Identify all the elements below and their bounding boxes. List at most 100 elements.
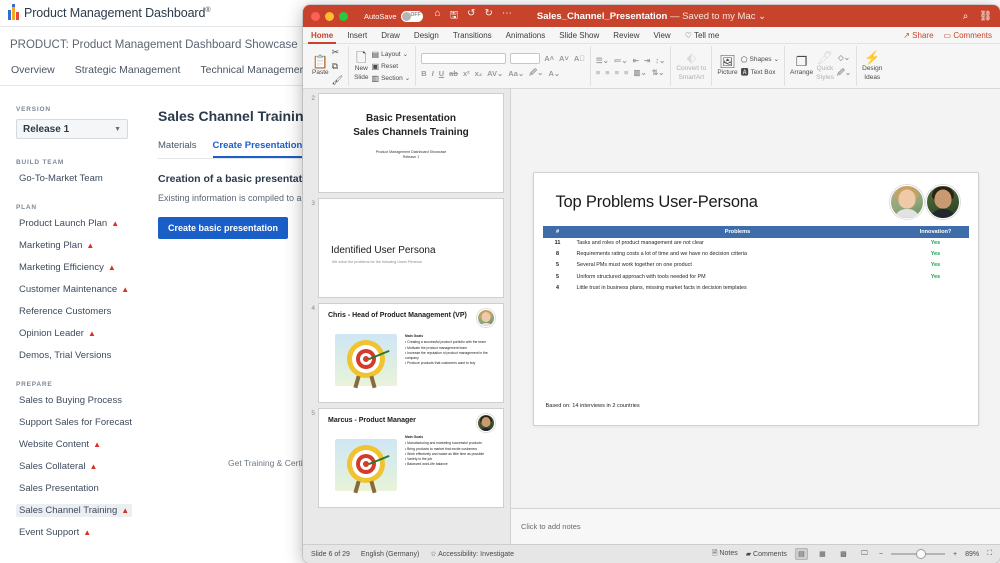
home-icon[interactable]: ⌂ [435,8,441,25]
shape-fill-icon[interactable]: ◇⌄ [838,53,850,62]
picture-button[interactable]: 🖼 Picture [717,55,737,76]
italic-icon[interactable]: I [432,69,434,78]
problems-table[interactable]: # Problems Innovation? 11 Tasks and role… [542,225,969,294]
tab-strategic-management[interactable]: Strategic Management [74,61,182,85]
accessibility-status[interactable]: ☆ Accessibility: Investigate [430,550,514,558]
arrange-button[interactable]: ❐ Arrange [790,55,813,76]
slide-counter[interactable]: Slide 6 of 29 [311,551,350,558]
create-basic-presentation-button[interactable]: Create basic presentation [158,217,289,239]
paste-button[interactable]: 📋 Paste [312,55,329,76]
font-color-icon[interactable]: A⌄ [548,69,560,78]
align-right-icon[interactable]: ≡ [615,68,619,77]
subtab-create-presentation[interactable]: Create Presentation [212,140,303,158]
font-name-input[interactable] [421,52,507,64]
tab-technical-management[interactable]: Technical Management [199,61,309,85]
design-ideas-button[interactable]: ⚡ Design Ideas [862,51,882,81]
zoom-slider-handle[interactable] [916,550,925,558]
sidebar-item-sales-collateral[interactable]: Sales Collateral ▲ [16,460,100,473]
sidebar-item-marketing-efficiency[interactable]: Marketing Efficiency ▲ [16,261,119,274]
autosave-switch[interactable]: OFF [400,10,423,22]
search-icon[interactable]: ⌕ [963,11,969,22]
ribbon-tab-review[interactable]: Review [613,31,639,40]
text-box-button[interactable]: 🅰 Text Box [741,67,779,78]
decrease-font-size-icon[interactable]: A˅ [559,54,569,63]
ribbon-tab-home[interactable]: Home [307,31,337,44]
sidebar-item-opinion-leader[interactable]: Opinion Leader ▲ [16,327,99,340]
align-left-icon[interactable]: ≡ [596,68,600,77]
undo-icon[interactable]: ↺ [467,8,475,25]
shape-effects-icon[interactable]: 🖉⌄ [837,67,851,80]
superscript-icon[interactable]: x² [463,69,470,78]
strikethrough-icon[interactable]: ab [449,69,458,78]
notes-button[interactable]: 🗎 Notes [712,549,738,560]
copy-icon[interactable]: ⧉ [332,61,343,72]
notes-pane[interactable]: Click to add notes [511,508,1000,544]
sidebar-item-go-to-market-team[interactable]: Go-To-Market Team [16,172,106,185]
sidebar-item-reference-customers[interactable]: Reference Customers [16,305,114,318]
share-button[interactable]: ↗ Share [903,31,933,40]
ribbon-tab-view[interactable]: View [654,31,671,40]
decrease-indent-icon[interactable]: ⇤ [633,56,639,65]
fit-to-window-icon[interactable]: ⛶ [987,550,992,558]
sidebar-item-sales-channel-training[interactable]: Sales Channel Training ▲ [16,504,133,517]
increase-indent-icon[interactable]: ⇥ [644,56,650,65]
ribbon-tab-slide-show[interactable]: Slide Show [559,31,599,40]
view-slideshow-icon[interactable]: 🖵 [858,548,871,560]
sidebar-item-sales-presentation[interactable]: Sales Presentation [16,482,102,495]
text-direction-icon[interactable]: ⇅⌄ [652,68,665,77]
zoom-level[interactable]: 89% [965,551,979,558]
slide-title[interactable]: Top Problems User-Persona [556,193,758,212]
view-slide-sorter-icon[interactable]: ▦ [816,548,829,560]
sidebar-item-event-support[interactable]: Event Support ▲ [16,526,94,539]
sidebar-item-sales-to-buying-process[interactable]: Sales to Buying Process [16,394,125,407]
new-slide-button[interactable]: 🗋 New Slide [354,51,368,81]
version-select[interactable]: Release 1 ▼ [16,119,128,139]
ribbon-tab-animations[interactable]: Animations [506,31,546,40]
view-reading-icon[interactable]: ▩ [837,548,850,560]
share-link-icon[interactable]: ⛓ [979,11,992,22]
slide-thumbnail-5[interactable]: Marcus - Product Manager Main Goals • Ma… [318,408,504,508]
comments-button[interactable]: ▰ Comments [746,550,787,558]
layout-button[interactable]: ▤ Layout ⌄ [372,50,411,59]
increase-font-size-icon[interactable]: A˄ [544,54,554,63]
language-indicator[interactable]: English (Germany) [361,551,419,558]
line-spacing-icon[interactable]: ↕⌄ [655,56,665,65]
reset-button[interactable]: ▣ Reset [372,62,411,71]
cut-icon[interactable]: ✂ [332,47,343,58]
slide-thumbnail-4[interactable]: Chris - Head of Product Management (VP) [318,303,504,403]
ribbon-tab-insert[interactable]: Insert [347,31,367,40]
close-icon[interactable] [311,11,320,21]
ribbon-tab-transitions[interactable]: Transitions [453,31,492,40]
underline-icon[interactable]: U [439,69,444,78]
change-case-icon[interactable]: Aa⌄ [508,69,524,78]
slide-thumbnail-3[interactable]: Identified User Persona We solve the pro… [318,198,504,298]
zoom-out-icon[interactable]: − [879,551,883,558]
section-button[interactable]: ▥ Section ⌄ [372,74,411,83]
ribbon-tab-draw[interactable]: Draw [381,31,400,40]
sidebar-item-marketing-plan[interactable]: Marketing Plan ▲ [16,239,97,252]
comments-button[interactable]: ▭ Comments [944,31,992,40]
convert-to-smartart-button[interactable]: ⬖ Convert to SmartArt [676,51,706,81]
zoom-in-icon[interactable]: + [953,551,957,558]
clear-formatting-icon[interactable]: A⃠ [574,54,585,63]
tab-overview[interactable]: Overview [10,61,56,85]
slide-thumbnail-2[interactable]: Basic Presentation Sales Channels Traini… [318,93,504,193]
align-center-icon[interactable]: ≡ [605,68,609,77]
sidebar-item-website-content[interactable]: Website Content ▲ [16,438,104,451]
shapes-button[interactable]: ⬠ Shapes ⌄ [741,55,779,64]
subtab-materials[interactable]: Materials [158,140,197,158]
justify-icon[interactable]: ≡ [624,68,628,77]
view-normal-icon[interactable]: ▤ [794,548,808,560]
redo-icon[interactable]: ↻ [485,8,493,25]
ribbon-tab-tell-me[interactable]: ♡ Tell me [685,31,720,40]
text-highlight-icon[interactable]: 🖉⌄ [529,67,543,80]
quick-styles-button[interactable]: 🖊 Quick Styles [816,51,834,81]
numbered-list-icon[interactable]: ≔⌄ [614,56,628,65]
subscript-icon[interactable]: x₂ [475,69,483,78]
format-painter-icon[interactable]: 🖌 [332,75,343,86]
ribbon-tab-design[interactable]: Design [414,31,439,40]
sidebar-item-customer-maintenance[interactable]: Customer Maintenance ▲ [16,283,132,296]
sidebar-item-demos-trial-versions[interactable]: Demos, Trial Versions [16,349,114,362]
chevron-down-icon[interactable]: ⌄ [758,11,766,22]
character-spacing-icon[interactable]: AV⌄ [487,69,503,78]
